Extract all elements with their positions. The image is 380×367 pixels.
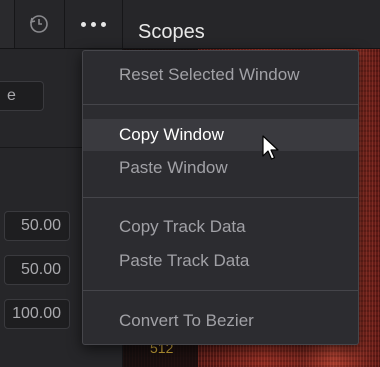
value-field-1[interactable]: 50.00 [4, 211, 70, 241]
more-dots-icon [81, 21, 106, 27]
context-menu: Reset Selected Window Copy Window Paste … [82, 50, 359, 345]
value-field-2[interactable]: 50.00 [4, 255, 70, 285]
menu-item-label: Paste Track Data [119, 251, 250, 270]
menu-item-label: Paste Window [119, 158, 228, 177]
menu-separator [83, 197, 358, 198]
value-field-3[interactable]: 100.00 [4, 299, 70, 329]
menu-item-convert-to-bezier[interactable]: Convert To Bezier [83, 305, 358, 337]
left-edge-tab[interactable] [0, 0, 15, 48]
top-bar: Scopes [0, 0, 380, 49]
menu-item-paste-track-data[interactable]: Paste Track Data [83, 245, 358, 277]
menu-separator [83, 104, 358, 105]
partial-input[interactable]: e [0, 81, 44, 111]
sync-icon [29, 15, 48, 33]
value-input[interactable]: 50.00 [4, 255, 70, 285]
panel-title: Scopes [138, 21, 205, 43]
menu-item-paste-window[interactable]: Paste Window [83, 152, 358, 184]
menu-item-label: Convert To Bezier [119, 311, 254, 330]
sync-button[interactable] [14, 0, 65, 48]
menu-item-reset-selected-window[interactable]: Reset Selected Window [83, 59, 358, 91]
menu-item-copy-window[interactable]: Copy Window [83, 119, 358, 151]
more-options-button[interactable] [65, 0, 123, 48]
menu-item-label: Copy Track Data [119, 217, 246, 236]
value-input[interactable]: 100.00 [4, 299, 70, 329]
mouse-cursor-icon [262, 135, 279, 160]
menu-item-copy-track-data[interactable]: Copy Track Data [83, 211, 358, 243]
menu-item-label: Reset Selected Window [119, 65, 300, 84]
value-input[interactable]: 50.00 [4, 211, 70, 241]
menu-item-label: Copy Window [119, 125, 224, 144]
menu-separator [83, 290, 358, 291]
